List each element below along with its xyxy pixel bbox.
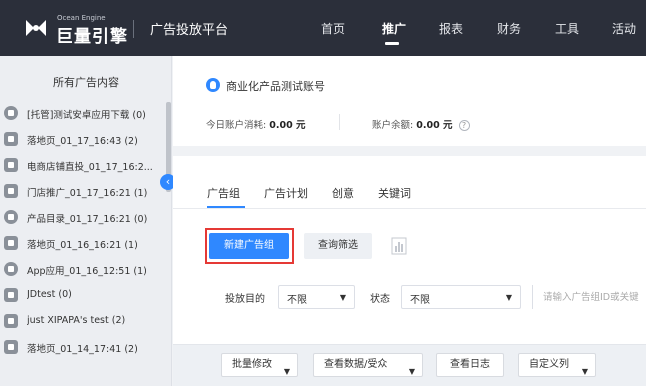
account-name: 商业化产品测试账号 xyxy=(226,80,325,93)
brand-chinese: 巨量引擎 xyxy=(56,27,128,47)
sidebar-item-label: 落地页_01_17_16:43 (2) xyxy=(27,136,138,147)
ad-content-sidebar: 所有广告内容 [托管]测试安卓应用下载 (0) 落地页_01_17_16:43 … xyxy=(0,56,172,386)
balance-label: 账户余额: xyxy=(372,120,414,131)
landing-page-icon xyxy=(4,288,18,302)
sidebar-item-label: 产品目录_01_17_16:21 (0) xyxy=(27,214,148,225)
nav-active-indicator xyxy=(385,42,399,45)
status-filter-label: 状态 xyxy=(370,294,390,305)
tab-divider xyxy=(173,208,646,209)
sidebar-item[interactable]: just XIPAPA's test (2) xyxy=(0,310,166,336)
tab-creative[interactable]: 创意 xyxy=(332,185,354,201)
ad-group-panel: 广告组 广告计划 创意 关键词 新建广告组 查询筛选 投放目的 不限 ▼ 状态 … xyxy=(173,156,646,386)
sidebar-item[interactable]: 落地页_01_17_16:43 (2) xyxy=(0,128,166,154)
sidebar-item-label: 电商店铺直投_01_17_16:2... xyxy=(27,162,153,173)
brand-divider xyxy=(133,20,134,38)
chevron-down-icon: ▼ xyxy=(408,367,415,376)
nav-activities[interactable]: 活动 xyxy=(612,20,636,37)
purpose-select-value: 不限 xyxy=(287,295,307,306)
nav-finance[interactable]: 财务 xyxy=(497,20,521,37)
chevron-down-icon: ▼ xyxy=(339,293,346,302)
table-toolbar: 批量修改 ▼ 查看数据/受众 ▼ 查看日志 自定义列 ▼ xyxy=(173,344,646,386)
purpose-select[interactable]: 不限 ▼ xyxy=(278,285,355,309)
user-icon xyxy=(206,78,220,92)
nav-home[interactable]: 首页 xyxy=(321,20,345,37)
custom-columns-label: 自定义列 xyxy=(529,359,569,370)
highlight-annotation xyxy=(205,228,294,264)
query-filter-button[interactable]: 查询筛选 xyxy=(304,233,372,259)
help-icon[interactable]: ? xyxy=(458,120,470,131)
status-select-value: 不限 xyxy=(410,295,430,306)
chevron-down-icon: ▼ xyxy=(581,367,588,376)
today-spend-label: 今日账户消耗: xyxy=(206,120,267,131)
product-catalog-icon xyxy=(4,210,18,224)
sidebar-item[interactable]: 门店推广_01_17_16:21 (1) xyxy=(0,180,166,206)
balance-value: 0.00 元 xyxy=(416,120,453,131)
view-data-button[interactable]: 查看数据/受众 ▼ xyxy=(313,353,423,377)
account-summary-card: 商业化产品测试账号 今日账户消耗: 0.00 元 账户余额: 0.00 元 ? xyxy=(173,56,646,146)
custom-columns-button[interactable]: 自定义列 ▼ xyxy=(518,353,596,377)
sidebar-item-label: JDtest (0) xyxy=(27,289,72,300)
platform-title: 广告投放平台 xyxy=(150,23,229,38)
nav-promotion[interactable]: 推广 xyxy=(382,20,406,37)
brand-english: Ocean Engine xyxy=(57,14,106,22)
sidebar-item-label: 门店推广_01_17_16:21 (1) xyxy=(27,188,148,199)
nav-tools[interactable]: 工具 xyxy=(555,20,579,37)
android-app-icon xyxy=(4,262,18,276)
today-spend: 今日账户消耗: 0.00 元 xyxy=(206,117,305,131)
sidebar-item-label: just XIPAPA's test (2) xyxy=(27,315,126,326)
sidebar-item[interactable]: 电商店铺直投_01_17_16:2... xyxy=(0,154,166,180)
sidebar-item-label: 落地页_01_14_17:41 (2) xyxy=(27,344,138,355)
main-content: 商业化产品测试账号 今日账户消耗: 0.00 元 账户余额: 0.00 元 ? … xyxy=(173,56,646,386)
sidebar-item-label: App应用_01_16_12:51 (1) xyxy=(27,266,147,277)
view-data-label: 查看数据/受众 xyxy=(324,359,388,370)
landing-page-icon xyxy=(4,340,18,354)
batch-edit-label: 批量修改 xyxy=(232,359,272,370)
sidebar-item[interactable]: JDtest (0) xyxy=(0,284,166,310)
tab-ad-plan[interactable]: 广告计划 xyxy=(264,185,308,201)
chevron-down-icon: ▼ xyxy=(505,293,512,302)
sidebar-item[interactable]: [托管]测试安卓应用下载 (0) xyxy=(0,102,166,128)
bar-chart-icon[interactable] xyxy=(391,237,407,255)
batch-edit-button[interactable]: 批量修改 ▼ xyxy=(221,353,298,377)
chevron-down-icon: ▼ xyxy=(283,367,290,376)
view-log-button[interactable]: 查看日志 xyxy=(436,353,504,377)
top-navigation-bar: Ocean Engine 巨量引擎 广告投放平台 首页 推广 报表 财务 工具 … xyxy=(0,0,646,56)
android-app-icon xyxy=(4,106,18,120)
landing-page-icon xyxy=(4,314,18,328)
ad-group-search-input[interactable] xyxy=(532,285,646,309)
tab-keywords[interactable]: 关键词 xyxy=(378,185,411,201)
landing-page-icon xyxy=(4,132,18,146)
status-select[interactable]: 不限 ▼ xyxy=(401,285,521,309)
purpose-filter-label: 投放目的 xyxy=(225,294,265,305)
landing-page-icon xyxy=(4,236,18,250)
sidebar-item[interactable]: 落地页_01_16_16:21 (1) xyxy=(0,232,166,258)
today-spend-value: 0.00 元 xyxy=(269,120,306,131)
sidebar-title: 所有广告内容 xyxy=(53,76,119,89)
account-balance: 账户余额: 0.00 元 ? xyxy=(372,117,470,131)
sidebar-item[interactable]: App应用_01_16_12:51 (1) xyxy=(0,258,166,284)
sidebar-item[interactable]: 产品目录_01_17_16:21 (0) xyxy=(0,206,166,232)
store-promotion-icon xyxy=(4,184,18,198)
stat-divider xyxy=(339,114,340,130)
nav-reports[interactable]: 报表 xyxy=(439,20,463,37)
sidebar-item-label: [托管]测试安卓应用下载 (0) xyxy=(27,110,146,121)
sidebar-item-label: 落地页_01_16_16:21 (1) xyxy=(27,240,138,251)
sidebar-item[interactable]: 落地页_01_14_17:41 (2) xyxy=(0,336,166,362)
ecommerce-store-icon xyxy=(4,158,18,172)
ocean-engine-logo-icon xyxy=(26,20,46,36)
tab-ad-group[interactable]: 广告组 xyxy=(207,185,240,201)
